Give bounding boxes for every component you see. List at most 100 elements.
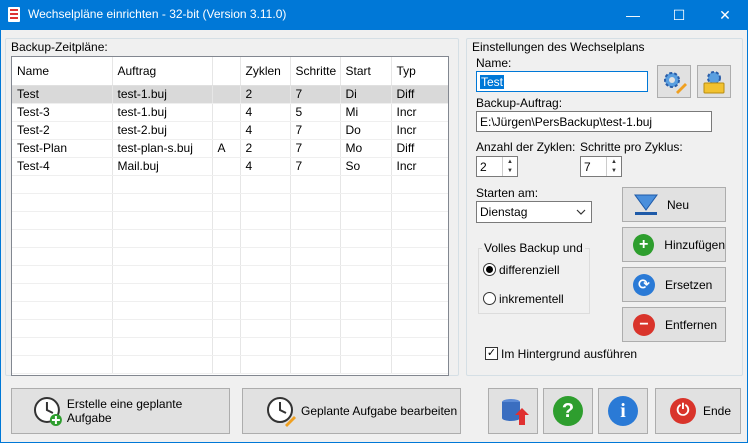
clock-add-icon xyxy=(33,397,62,426)
cell-typ: Diff xyxy=(391,85,448,104)
cell-name: Test-2 xyxy=(12,121,113,140)
info-icon: i xyxy=(608,396,638,426)
settings-group-label: Einstellungen des Wechselplans xyxy=(472,40,645,54)
cell-schritte: 7 xyxy=(290,85,341,104)
power-icon: ⏻ xyxy=(670,398,696,424)
job-label: Backup-Auftrag: xyxy=(476,96,563,110)
close-button[interactable]: ✕ xyxy=(702,0,748,30)
col-header-start[interactable]: Start xyxy=(340,57,392,86)
cell-start: Do xyxy=(340,121,392,140)
job-input[interactable]: E:\Jürgen\PersBackup\test-1.buj xyxy=(476,111,712,132)
empty-row xyxy=(12,337,448,356)
end-button-label: Ende xyxy=(703,404,732,418)
table-row[interactable]: Test-3 test-1.buj 4 5 Mi Incr xyxy=(12,103,448,122)
edit-task-label: Geplante Aufgabe bearbeiten xyxy=(301,404,458,418)
new-button[interactable]: Neu xyxy=(622,187,726,222)
empty-row xyxy=(12,211,448,230)
spin-down-icon[interactable]: ▼ xyxy=(607,167,621,177)
window-frame-left xyxy=(0,30,1,443)
cell-zyklen: 2 xyxy=(240,85,291,104)
cell-name: Test-4 xyxy=(12,157,113,176)
add-button[interactable]: + Hinzufügen xyxy=(622,227,726,262)
cell-schritte: 5 xyxy=(290,103,341,122)
table-row[interactable]: Test-4 Mail.buj 4 7 So Incr xyxy=(12,157,448,176)
cell-typ: Incr xyxy=(391,157,448,176)
empty-row xyxy=(12,355,448,374)
table-row[interactable]: Test test-1.buj 2 7 Di Diff xyxy=(12,85,448,104)
gear-pencil-icon xyxy=(664,71,687,94)
database-upload-icon xyxy=(502,399,529,425)
schedules-table: Name Auftrag Zyklen Schritte Start Typ T… xyxy=(12,57,448,374)
steps-stepper[interactable]: 7 ▲ ▼ xyxy=(580,156,622,177)
cell-flag xyxy=(212,157,241,176)
help-button[interactable]: ? xyxy=(543,388,593,434)
col-header-flag[interactable] xyxy=(212,57,241,86)
minimize-button[interactable]: — xyxy=(610,0,656,30)
cell-start: So xyxy=(340,157,392,176)
maximize-button[interactable]: ☐ xyxy=(656,0,702,30)
end-button[interactable]: ⏻ Ende xyxy=(655,388,741,434)
schedules-list[interactable]: Name Auftrag Zyklen Schritte Start Typ T… xyxy=(11,56,449,376)
radio-incremental-label[interactable]: inkrementell xyxy=(499,292,564,306)
remove-button[interactable]: − Entfernen xyxy=(622,307,726,342)
cell-name: Test xyxy=(12,85,113,104)
empty-row xyxy=(12,301,448,320)
col-header-zyklen[interactable]: Zyklen xyxy=(240,57,291,86)
name-input[interactable]: Test xyxy=(476,71,648,92)
radio-differential[interactable] xyxy=(483,263,496,276)
create-task-button[interactable]: Erstelle eine geplante Aufgabe xyxy=(11,388,230,434)
window-title: Wechselpläne einrichten - 32-bit (Versio… xyxy=(28,7,287,21)
title-bar: Wechselpläne einrichten - 32-bit (Versio… xyxy=(0,0,748,30)
remove-button-label: Entfernen xyxy=(665,317,718,332)
col-header-typ[interactable]: Typ xyxy=(391,57,448,86)
background-label[interactable]: Im Hintergrund ausführen xyxy=(501,347,637,361)
gear-folder-icon xyxy=(703,70,725,93)
minimize-icon: — xyxy=(626,7,640,23)
table-row[interactable]: Test-2 test-2.buj 4 7 Do Incr xyxy=(12,121,448,140)
cell-start: Mo xyxy=(340,139,392,158)
start-day-select[interactable]: Dienstag xyxy=(476,201,592,223)
col-header-name[interactable]: Name xyxy=(12,57,113,86)
close-icon: ✕ xyxy=(719,6,731,23)
cycles-spin[interactable]: ▲ ▼ xyxy=(502,157,517,176)
start-day-value: Dienstag xyxy=(480,205,528,219)
cell-flag xyxy=(212,85,241,104)
table-header: Name Auftrag Zyklen Schritte Start Typ xyxy=(12,57,448,86)
spin-up-icon[interactable]: ▲ xyxy=(607,157,621,167)
cell-flag: A xyxy=(212,139,241,158)
replace-button[interactable]: ⟳ Ersetzen xyxy=(622,267,726,302)
spin-down-icon[interactable]: ▼ xyxy=(503,167,517,177)
refresh-icon: ⟳ xyxy=(633,273,655,296)
full-backup-label: Volles Backup und xyxy=(482,241,585,255)
settings-folder-button[interactable] xyxy=(697,65,731,98)
empty-row xyxy=(12,265,448,284)
cell-zyklen: 4 xyxy=(240,157,291,176)
cell-typ: Incr xyxy=(391,103,448,122)
radio-incremental[interactable] xyxy=(483,292,496,305)
col-header-auftrag[interactable]: Auftrag xyxy=(112,57,213,86)
name-label: Name: xyxy=(476,56,512,70)
database-button[interactable] xyxy=(488,388,538,434)
cell-schritte: 7 xyxy=(290,157,341,176)
steps-spin[interactable]: ▲ ▼ xyxy=(606,157,621,176)
replace-button-label: Ersetzen xyxy=(665,277,713,292)
cell-zyklen: 2 xyxy=(240,139,291,158)
spin-up-icon[interactable]: ▲ xyxy=(503,157,517,167)
col-header-schritte[interactable]: Schritte xyxy=(290,57,341,86)
background-checkbox[interactable]: ✓ xyxy=(485,347,498,360)
cell-start: Mi xyxy=(340,103,392,122)
cell-zyklen: 4 xyxy=(240,121,291,140)
radio-differential-label[interactable]: differenziell xyxy=(499,263,559,277)
steps-label: Schritte pro Zyklus: xyxy=(580,140,683,154)
schedules-label: Backup-Zeitpläne: xyxy=(11,40,108,54)
cycles-value: 2 xyxy=(480,159,487,174)
start-label: Starten am: xyxy=(476,186,539,200)
cell-schritte: 7 xyxy=(290,121,341,140)
info-button[interactable]: i xyxy=(598,388,648,434)
settings-edit-button[interactable] xyxy=(657,65,691,98)
edit-task-button[interactable]: Geplante Aufgabe bearbeiten xyxy=(242,388,461,434)
table-row[interactable]: Test-Plan test-plan-s.buj A 2 7 Mo Diff xyxy=(12,139,448,158)
chevron-down-icon xyxy=(576,209,586,215)
cycles-stepper[interactable]: 2 ▲ ▼ xyxy=(476,156,518,177)
empty-row xyxy=(12,319,448,338)
